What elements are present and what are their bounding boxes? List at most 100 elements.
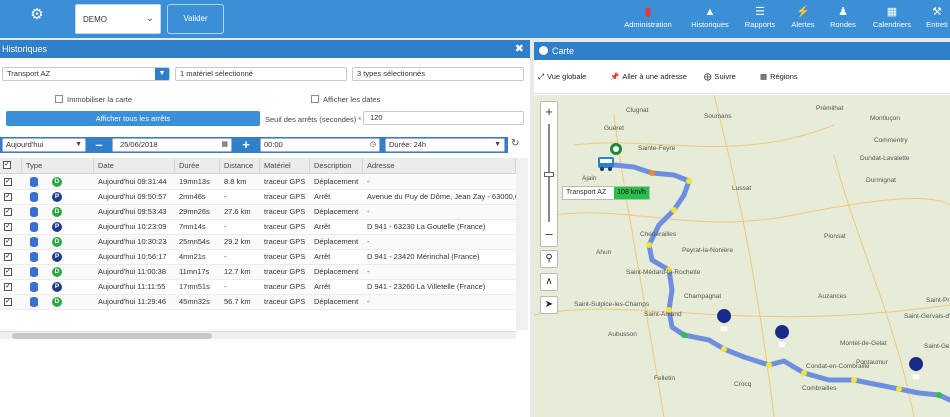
nav-administration[interactable]: ▮ Administration (620, 4, 676, 34)
place-label: Condat-en-Combraille (806, 363, 870, 370)
waypoint[interactable] (851, 377, 857, 383)
row-checkbox[interactable]: ✓ (4, 253, 12, 261)
time-input[interactable]: 00:00 ◷ (260, 138, 380, 152)
row-checkbox[interactable]: ✓ (4, 298, 12, 306)
nav-rapports[interactable]: ☰ Rapports (740, 4, 780, 34)
select-all-header[interactable]: ✓ (0, 158, 22, 174)
route-line[interactable] (611, 162, 950, 403)
database-icon (30, 237, 38, 247)
table-row[interactable]: ✓ D Aujourd'hui 11:29:46 45mn32s 56.7 km trac… (0, 295, 516, 310)
row-checkbox[interactable]: ✓ (4, 283, 12, 291)
nav-alertes[interactable]: ⚡ Alertes (786, 4, 820, 34)
show-all-stops-button[interactable]: Afficher tous les arrêts (6, 111, 260, 126)
select-button[interactable]: ➤ (540, 296, 558, 314)
date-input[interactable]: 25/06/2018 ▦ (112, 138, 232, 152)
table-horizontal-scrollbar[interactable] (0, 331, 516, 339)
table-row[interactable]: ✓ P Aujourd'hui 09:50:57 2mn46s - traceur GPS… (0, 190, 516, 205)
waypoint[interactable] (721, 346, 727, 352)
tool-regions[interactable]: ▦ Régions (760, 72, 798, 81)
col-header-adresse[interactable]: Adresse (363, 158, 516, 174)
row-checkbox[interactable]: ✓ (4, 208, 12, 216)
waypoint[interactable] (681, 332, 687, 338)
zoom-box-button[interactable]: ⚲ (540, 250, 558, 268)
cell-distance: 12.7 km (224, 267, 251, 276)
plus-button[interactable]: + (239, 138, 253, 152)
alertes-icon: ⚡ (796, 6, 810, 18)
place-label: Commentry (874, 137, 908, 144)
zoom-slider-handle[interactable] (544, 172, 554, 177)
zoom-in-button[interactable]: + (541, 104, 557, 120)
col-header-description[interactable]: Description (310, 158, 363, 174)
account-select[interactable]: DEMO ⌄ (75, 4, 161, 34)
waypoint[interactable] (896, 386, 902, 392)
nav-calendriers[interactable]: ▦ Calendriers (868, 4, 916, 34)
stop-marker[interactable] (909, 357, 924, 387)
types-select[interactable]: 3 types sélectionnés (352, 67, 524, 81)
tool-suivre[interactable]: ⨁ Suivre (704, 72, 736, 81)
tool-vue-globale[interactable]: ⤢ Vue globale (538, 72, 586, 82)
nav-rondes[interactable]: ♟ Rondes (826, 4, 860, 34)
period-select[interactable]: Aujourd'hui ▼ (2, 138, 86, 152)
row-checkbox[interactable]: ✓ (4, 193, 12, 201)
table-row[interactable]: ✓ D Aujourd'hui 09:53:43 29mn26s 27.6 km trac… (0, 205, 516, 220)
valider-button[interactable]: Valider (167, 4, 224, 34)
materiel-select[interactable]: 1 matériel sélectionné (175, 67, 347, 81)
row-checkbox[interactable]: ✓ (4, 178, 12, 186)
tool-aller-adresse[interactable]: 📌 Aller à une adresse (610, 72, 687, 81)
table-row[interactable]: ✓ P Aujourd'hui 10:23:09 7mn14s - traceur GPS… (0, 220, 516, 235)
chevron-down-icon: ⌄ (145, 13, 154, 24)
measure-button[interactable]: ∧ (540, 273, 558, 291)
vehicle-marker[interactable] (598, 157, 614, 171)
table-row[interactable]: ✓ P Aujourd'hui 10:56:17 4mn21s - traceur GPS… (0, 250, 516, 265)
place-label: Guéret (604, 125, 624, 132)
database-icon (30, 222, 38, 232)
map-view[interactable]: Clugnat Soumans Prémilhat Montluçon Commentr… (534, 95, 950, 417)
period-filter-bar: Aujourd'hui ▼ – 25/06/2018 ▦ + 00:00 ◷ D… (0, 137, 508, 153)
afficher-dates-checkbox[interactable] (311, 95, 319, 103)
waypoint[interactable] (646, 242, 652, 248)
col-header-distance[interactable]: Distance (220, 158, 260, 174)
table-row[interactable]: ✓ P Aujourd'hui 11:11:55 17mn51s - traceur GP… (0, 280, 516, 295)
date-value: 25/06/2018 (120, 140, 158, 149)
col-header-duree[interactable]: Durée (175, 158, 220, 174)
table-row[interactable]: ✓ D Aujourd'hui 10:30:23 25mn54s 29.2 km trac… (0, 235, 516, 250)
waypoint[interactable] (766, 362, 772, 368)
row-checkbox[interactable]: ✓ (4, 268, 12, 276)
scrollbar-thumb[interactable] (12, 333, 212, 339)
road (613, 114, 665, 417)
nav-historiques[interactable]: ▲ Historiques (686, 4, 734, 34)
cell-distance: 29.2 km (224, 237, 251, 246)
waypoint[interactable] (649, 170, 655, 176)
waypoint[interactable] (936, 392, 942, 398)
waypoint[interactable] (671, 207, 677, 213)
col-header-date[interactable]: Date (94, 158, 175, 174)
waypoint[interactable] (686, 178, 692, 184)
row-checkbox[interactable]: ✓ (4, 223, 12, 231)
gear-icon[interactable]: ⚙ (28, 6, 46, 24)
close-icon[interactable]: ✖ (515, 40, 524, 58)
duration-select[interactable]: Durée: 24h ▼ (385, 138, 505, 152)
table-row[interactable]: ✓ D Aujourd'hui 09:31:44 19mn13s 8.8 km trace… (0, 175, 516, 190)
col-header-materiel[interactable]: Matériel (260, 158, 310, 174)
row-checkbox[interactable]: ✓ (4, 238, 12, 246)
nav-entretiens[interactable]: ⚒ Entreti (924, 4, 950, 34)
table-vertical-scrollbar[interactable] (516, 158, 528, 330)
zoom-out-button[interactable]: – (541, 226, 557, 242)
refresh-icon[interactable]: ↻ (511, 138, 519, 149)
place-label: Crocq (734, 381, 752, 388)
threshold-input[interactable]: 120 (363, 111, 524, 125)
stop-marker[interactable] (717, 309, 732, 339)
start-marker[interactable] (610, 143, 622, 155)
vehicle-label[interactable]: Transport AZ 108 km/h (562, 186, 650, 200)
select-all-checkbox[interactable]: ✓ (3, 161, 11, 169)
minus-button[interactable]: – (92, 138, 106, 152)
table-row[interactable]: ✓ D Aujourd'hui 11:00:38 11mn17s 12.7 km trac… (0, 265, 516, 280)
waypoint[interactable] (801, 370, 807, 376)
stop-marker[interactable] (775, 325, 790, 355)
immobiliser-checkbox[interactable] (55, 95, 63, 103)
vehicle-select[interactable]: Transport AZ ▼ (2, 67, 170, 81)
threshold-label-text: Seuil des arrêts (secondes) (265, 115, 357, 124)
cell-duree: 19mn13s (179, 177, 210, 186)
rapports-icon: ☰ (755, 6, 765, 18)
col-header-type[interactable]: Type (22, 158, 94, 174)
